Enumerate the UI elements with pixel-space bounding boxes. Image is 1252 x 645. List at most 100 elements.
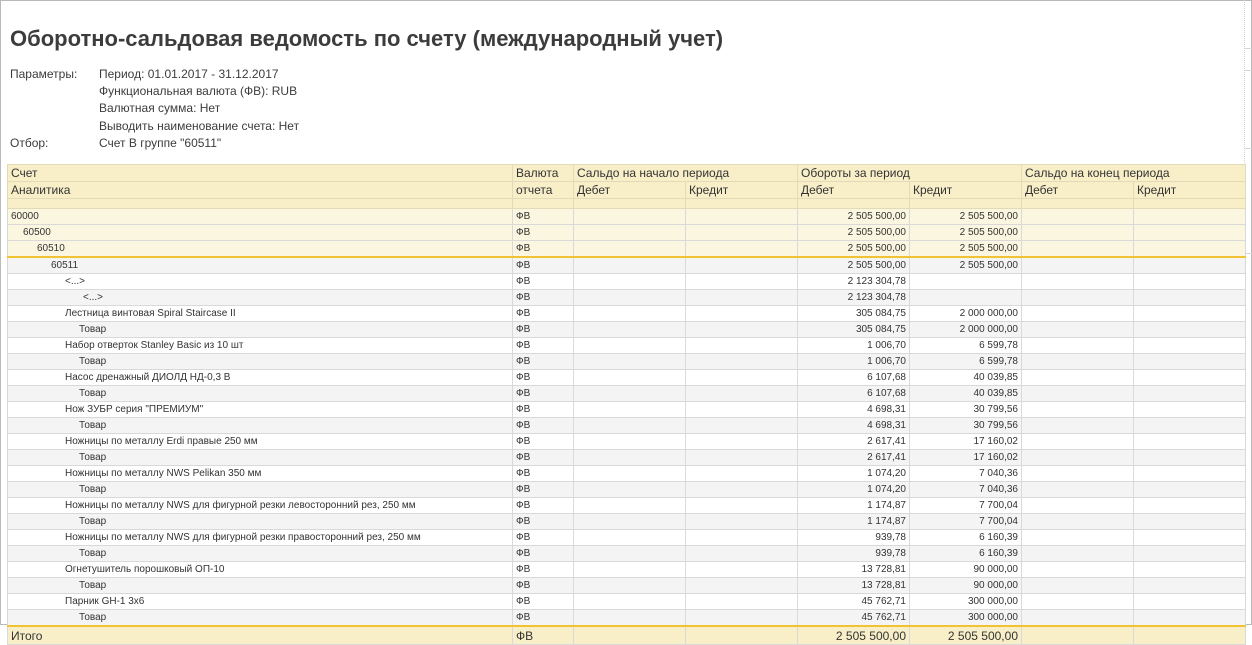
table-row[interactable]: 60511 ФВ 2 505 500,00 2 505 500,00 — [7, 256, 1246, 274]
table-row[interactable]: Товар ФВ 2 617,41 17 160,02 — [7, 449, 1246, 466]
row-account[interactable]: <...> — [7, 289, 513, 306]
table-row[interactable]: Товар ФВ 1 174,87 7 700,04 — [7, 513, 1246, 530]
row-currency: ФВ — [512, 240, 574, 258]
row-amount-od — [573, 369, 686, 386]
row-currency: ФВ — [512, 369, 574, 386]
row-amount-cd — [1021, 561, 1134, 578]
table-row[interactable]: Товар ФВ 1 074,20 7 040,36 — [7, 481, 1246, 498]
row-account[interactable]: Товар — [7, 577, 513, 594]
table-row[interactable]: Ножницы по металлу NWS для фигурной резк… — [7, 497, 1246, 514]
table-row[interactable]: 60500 ФВ 2 505 500,00 2 505 500,00 — [7, 224, 1246, 241]
table-row[interactable]: 60000 ФВ 2 505 500,00 2 505 500,00 — [7, 208, 1246, 225]
row-amount-od — [573, 321, 686, 338]
row-account[interactable]: Товар — [7, 385, 513, 402]
row-amount-od — [573, 513, 686, 530]
table-row[interactable]: Насос дренажный ДИОЛД НД-0,3 В ФВ 6 107,68… — [7, 369, 1246, 386]
row-amount-oc — [685, 417, 798, 434]
row-amount-od — [573, 273, 686, 290]
row-amount-cd — [1021, 529, 1134, 546]
row-amount-td: 45 762,71 — [797, 593, 910, 610]
row-amount-oc — [685, 449, 798, 466]
row-amount-od — [573, 256, 686, 274]
row-amount-tc: 2 505 500,00 — [909, 256, 1022, 274]
table-row[interactable]: Набор отверток Stanley Basic из 10 шт ФВ 1… — [7, 337, 1246, 354]
table-row[interactable]: Ножницы по металлу NWS Pelikan 350 мм ФВ 1… — [7, 465, 1246, 482]
row-amount-td: 1 074,20 — [797, 465, 910, 482]
header-currency: Валюта — [512, 164, 574, 182]
row-account[interactable]: Нож ЗУБР серия "ПРЕМИУМ" — [7, 401, 513, 418]
row-account[interactable]: Ножницы по металлу NWS для фигурной резк… — [7, 529, 513, 546]
table-row[interactable]: Товар ФВ 1 006,70 6 599,78 — [7, 353, 1246, 370]
row-account[interactable]: Лестница винтовая Spiral Staircase II — [7, 305, 513, 322]
table-row[interactable]: Товар ФВ 939,78 6 160,39 — [7, 545, 1246, 562]
table-row[interactable]: Огнетушитель порошковый ОП-10 ФВ 13 728,81… — [7, 561, 1246, 578]
table-row[interactable]: <...> ФВ 2 123 304,78 — [7, 289, 1246, 306]
table-row[interactable]: Товар ФВ 13 728,81 90 000,00 — [7, 577, 1246, 594]
row-account[interactable]: Товар — [7, 353, 513, 370]
row-amount-cd — [1021, 289, 1134, 306]
row-amount-cc — [1133, 545, 1246, 562]
row-account[interactable]: 60511 — [7, 256, 513, 274]
row-account[interactable]: Ножницы по металлу Erdi правые 250 мм — [7, 433, 513, 450]
total-opening-credit — [685, 625, 798, 645]
row-amount-cd — [1021, 513, 1134, 530]
row-account[interactable]: Огнетушитель порошковый ОП-10 — [7, 561, 513, 578]
row-account[interactable]: Ножницы по металлу NWS Pelikan 350 мм — [7, 465, 513, 482]
row-amount-td: 305 084,75 — [797, 321, 910, 338]
row-amount-cd — [1021, 273, 1134, 290]
row-amount-od — [573, 224, 686, 241]
header-closing-debit: Дебет — [1021, 181, 1134, 199]
table-row[interactable]: Парник GH-1 3х6 ФВ 45 762,71 300 000,00 — [7, 593, 1246, 610]
row-amount-tc: 40 039,85 — [909, 369, 1022, 386]
row-amount-oc — [685, 609, 798, 627]
table-row[interactable]: Товар ФВ 6 107,68 40 039,85 — [7, 385, 1246, 402]
row-amount-cd — [1021, 321, 1134, 338]
row-amount-cc — [1133, 561, 1246, 578]
row-account[interactable]: 60500 — [7, 224, 513, 241]
row-amount-tc: 2 505 500,00 — [909, 224, 1022, 241]
row-amount-tc — [909, 273, 1022, 290]
row-amount-tc — [909, 289, 1022, 306]
param-period: Период: 01.01.2017 - 31.12.2017 — [99, 67, 279, 81]
row-account[interactable]: Набор отверток Stanley Basic из 10 шт — [7, 337, 513, 354]
row-amount-oc — [685, 465, 798, 482]
row-account[interactable]: 60510 — [7, 240, 513, 258]
table-row[interactable]: 60510 ФВ 2 505 500,00 2 505 500,00 — [7, 240, 1246, 258]
table-row[interactable]: <...> ФВ 2 123 304,78 — [7, 273, 1246, 290]
row-account[interactable]: Ножницы по металлу NWS для фигурной резк… — [7, 497, 513, 514]
row-currency: ФВ — [512, 545, 574, 562]
row-currency: ФВ — [512, 481, 574, 498]
table-row[interactable]: Ножницы по металлу NWS для фигурной резк… — [7, 529, 1246, 546]
table-row[interactable]: Нож ЗУБР серия "ПРЕМИУМ" ФВ 4 698,31 30 799… — [7, 401, 1246, 418]
total-turnover-credit: 2 505 500,00 — [909, 625, 1022, 645]
row-account[interactable]: Товар — [7, 449, 513, 466]
table-row[interactable]: Лестница винтовая Spiral Staircase II ФВ 3… — [7, 305, 1246, 322]
row-account[interactable]: Товар — [7, 513, 513, 530]
row-amount-cd — [1021, 545, 1134, 562]
row-account[interactable]: Товар — [7, 609, 513, 627]
row-account[interactable]: Товар — [7, 545, 513, 562]
row-amount-cc — [1133, 337, 1246, 354]
row-amount-td: 1 174,87 — [797, 497, 910, 514]
table-row[interactable]: Товар ФВ 305 084,75 2 000 000,00 — [7, 321, 1246, 338]
param-show-account-name: Выводить наименование счета: Нет — [99, 119, 300, 133]
row-amount-cc — [1133, 385, 1246, 402]
table-row[interactable]: Ножницы по металлу Erdi правые 250 мм ФВ 2… — [7, 433, 1246, 450]
table-row[interactable]: Товар ФВ 4 698,31 30 799,56 — [7, 417, 1246, 434]
row-account[interactable]: <...> — [7, 273, 513, 290]
row-amount-cd — [1021, 224, 1134, 241]
row-amount-od — [573, 385, 686, 402]
row-currency: ФВ — [512, 609, 574, 627]
row-account[interactable]: Насос дренажный ДИОЛД НД-0,3 В — [7, 369, 513, 386]
row-account[interactable]: Товар — [7, 321, 513, 338]
row-amount-od — [573, 481, 686, 498]
table-row[interactable]: Товар ФВ 45 762,71 300 000,00 — [7, 609, 1246, 627]
row-amount-cc — [1133, 529, 1246, 546]
row-account[interactable]: 60000 — [7, 208, 513, 225]
row-amount-oc — [685, 545, 798, 562]
param-currency-amount: Валютная сумма: Нет — [99, 101, 221, 115]
row-amount-cc — [1133, 240, 1246, 258]
row-account[interactable]: Товар — [7, 481, 513, 498]
row-account[interactable]: Товар — [7, 417, 513, 434]
row-account[interactable]: Парник GH-1 3х6 — [7, 593, 513, 610]
